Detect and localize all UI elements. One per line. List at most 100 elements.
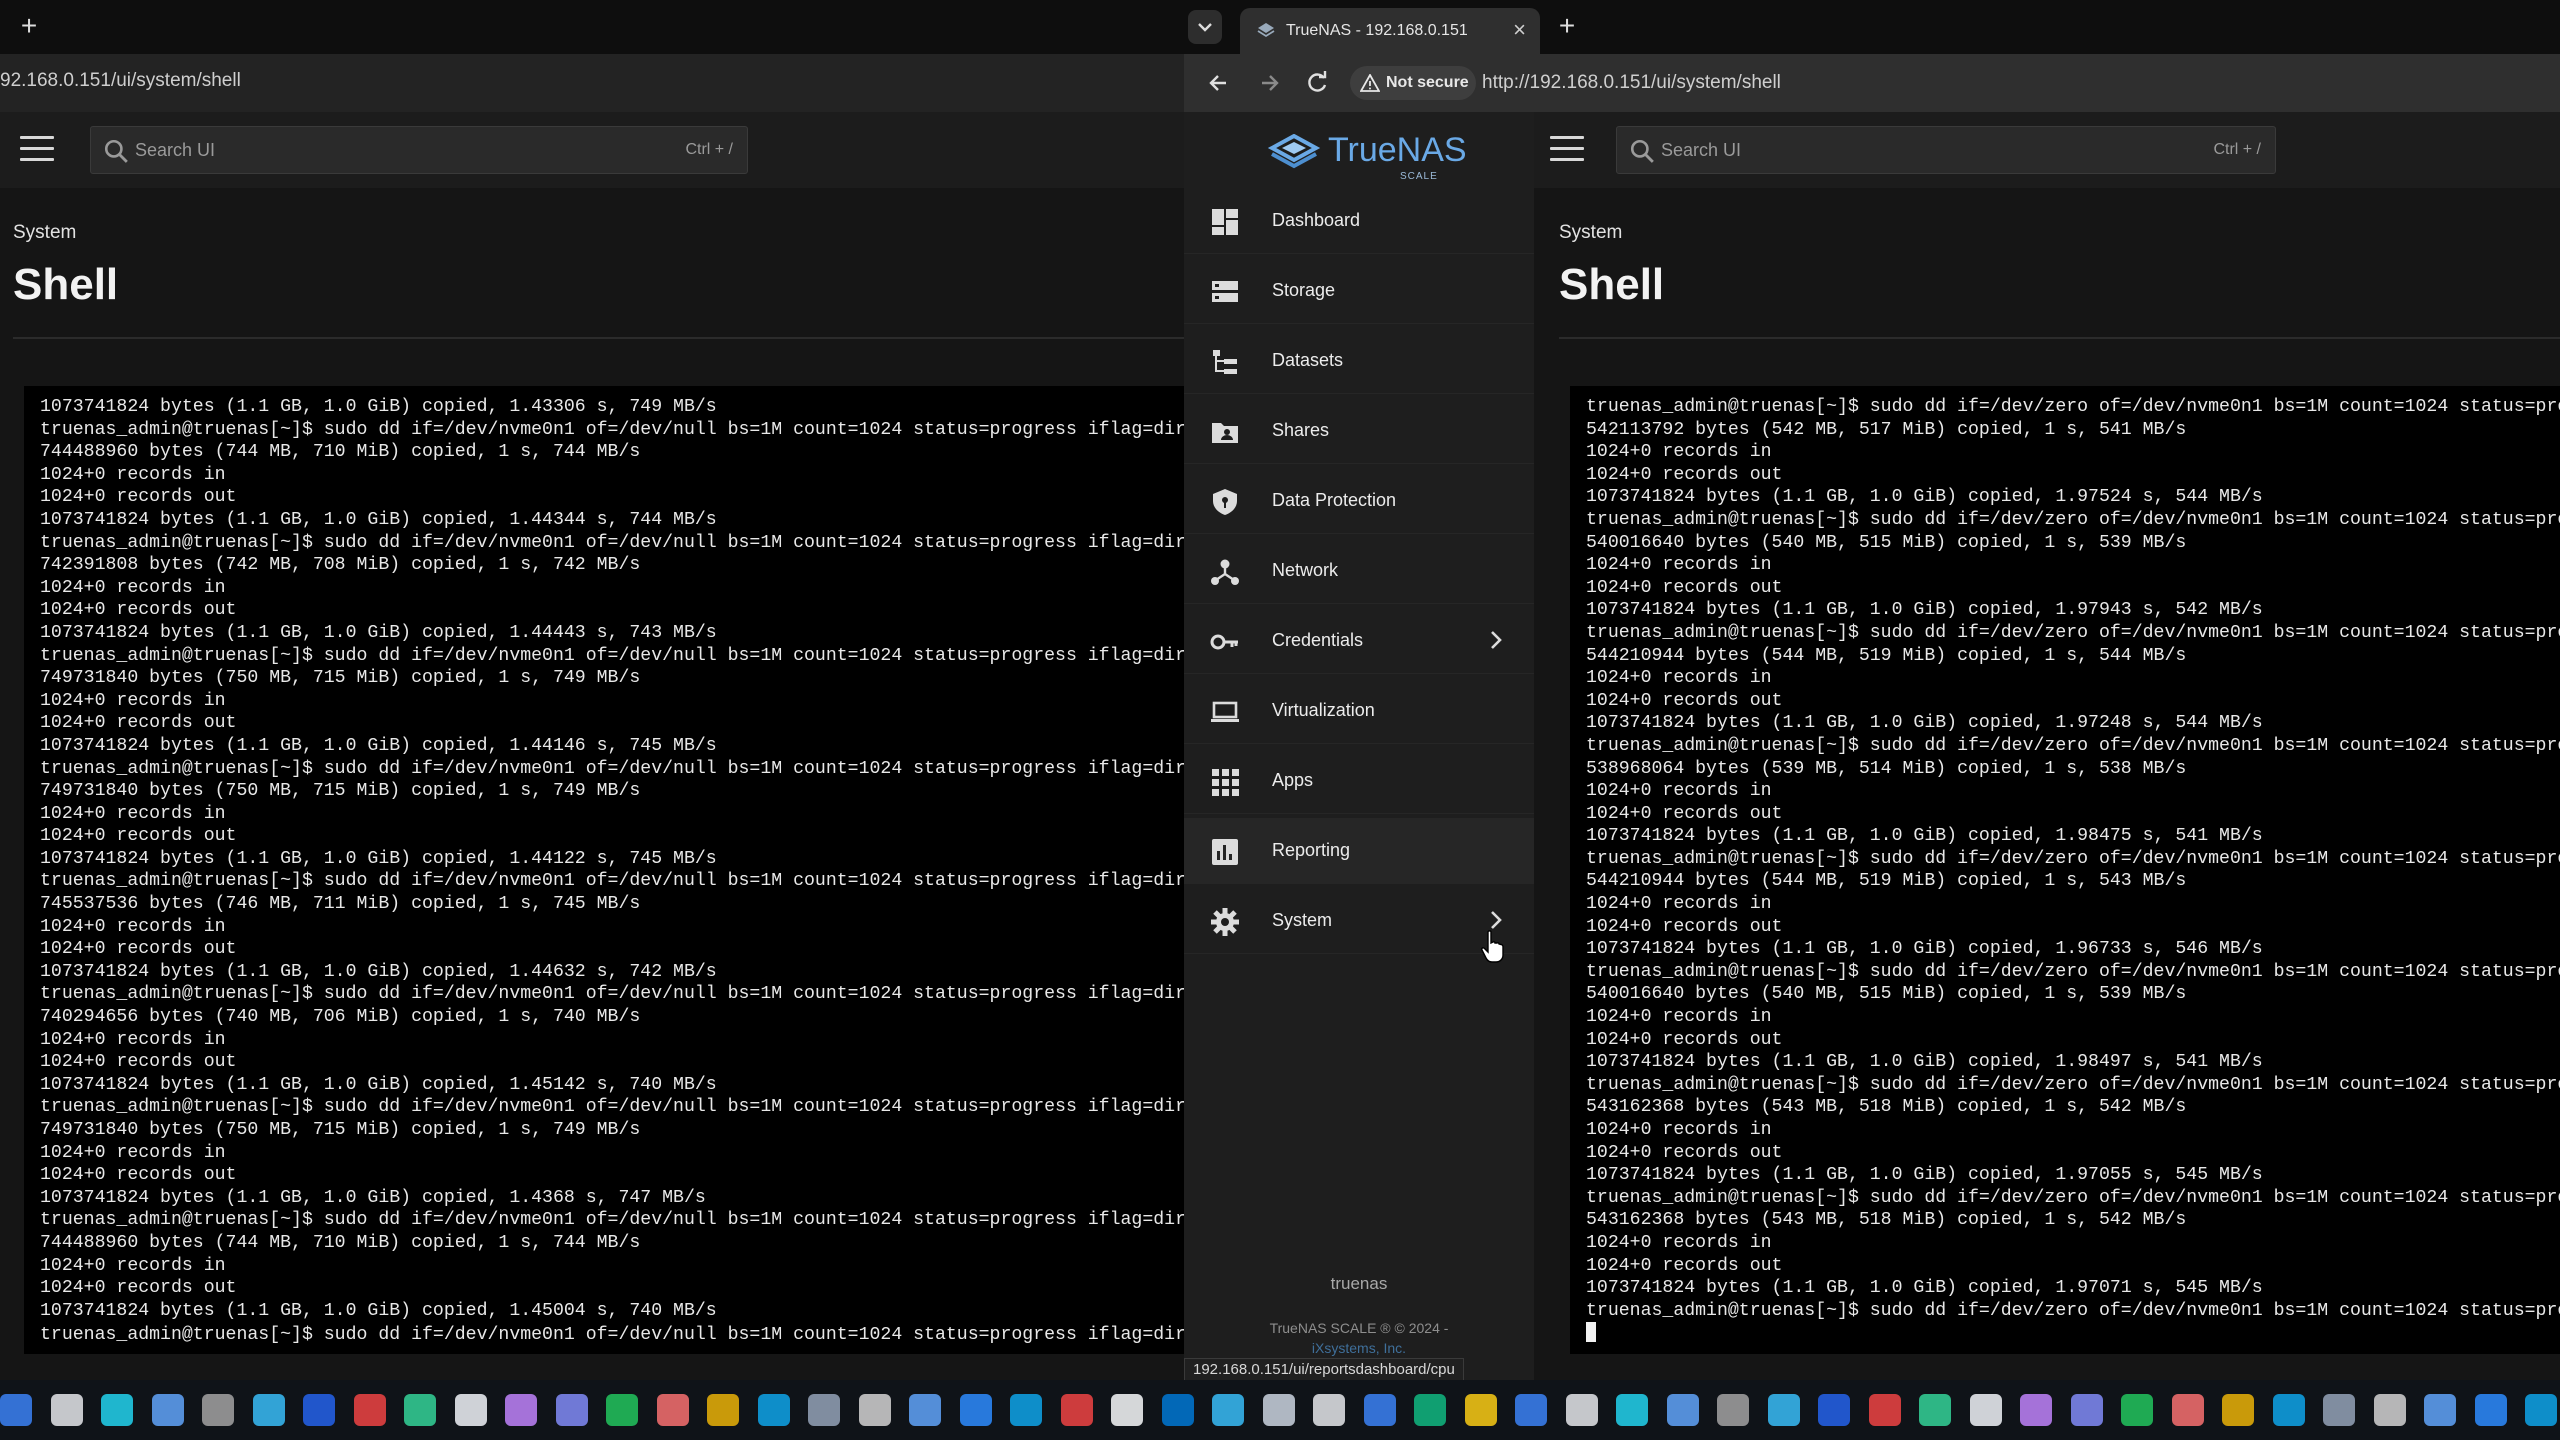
chrome-icon[interactable] <box>0 1394 32 1426</box>
forward-arrow-icon[interactable] <box>1252 66 1286 100</box>
edge-icon[interactable] <box>2525 1394 2557 1426</box>
terminal-line: 1024+0 records out <box>1586 690 2560 713</box>
breadcrumb[interactable]: System <box>13 222 76 244</box>
tab-search-button[interactable] <box>1188 10 1222 44</box>
grid-window-icon[interactable] <box>1818 1394 1850 1426</box>
terminal-line: 1073741824 bytes (1.1 GB, 1.0 GiB) copie… <box>40 1300 1184 1323</box>
camera-icon[interactable] <box>808 1394 840 1426</box>
cloud-icon[interactable] <box>454 1394 487 1426</box>
settings-icon[interactable] <box>1313 1394 1345 1426</box>
explorer-icon[interactable] <box>1464 1394 1497 1426</box>
reload-icon[interactable] <box>1300 66 1334 100</box>
search-shortcut-hint: Ctrl + / <box>685 141 733 158</box>
tray-icon[interactable] <box>2373 1394 2406 1426</box>
address-url[interactable]: 92.168.0.151/ui/system/shell <box>0 70 241 92</box>
terminal-line: 1024+0 records in <box>1586 441 2560 464</box>
sidebar-item-credentials[interactable]: Credentials <box>1184 608 1534 674</box>
terminal-line-text: 1073741824 bytes (1.1 GB, 1.0 GiB) copie… <box>40 961 717 982</box>
sidebar-item-network[interactable]: Network <box>1184 538 1534 604</box>
zoom-icon[interactable] <box>959 1394 992 1426</box>
sidebar: TrueNAS SCALE Dashboard Storage Datasets… <box>1184 112 1534 1380</box>
browser-tab[interactable]: TrueNAS - 192.168.0.151 × <box>1240 8 1540 54</box>
terminal-line-text: 542113792 bytes (542 MB, 517 MiB) copied… <box>1586 419 2187 440</box>
breadcrumb[interactable]: System <box>1559 222 1622 244</box>
edge-icon[interactable] <box>1010 1394 1042 1426</box>
keyboard-icon[interactable] <box>1717 1394 1749 1426</box>
back-arrow-icon[interactable] <box>1202 66 1236 100</box>
app-icon[interactable] <box>404 1394 436 1426</box>
sidebar-item-dashboard[interactable]: Dashboard <box>1184 188 1534 254</box>
sidebar-item-storage[interactable]: Storage <box>1184 258 1534 324</box>
browser-icon[interactable] <box>1363 1394 1396 1426</box>
spreadsheet-icon[interactable] <box>2121 1394 2153 1426</box>
zoom-icon[interactable] <box>2474 1394 2507 1426</box>
terminal-line <box>1586 1322 2560 1347</box>
window-icon[interactable] <box>2424 1394 2456 1426</box>
security-indicator[interactable]: Not secure <box>1350 66 1476 100</box>
new-tab-button[interactable]: + <box>14 12 44 42</box>
terminal-line: 1024+0 records in <box>40 1029 1184 1052</box>
globe-icon[interactable] <box>1212 1394 1244 1426</box>
app-icon[interactable] <box>1919 1394 1951 1426</box>
close-icon[interactable]: × <box>1513 17 1526 43</box>
sidebar-item-virtualization[interactable]: Virtualization <box>1184 678 1534 744</box>
sidebar-item-data-protection[interactable]: Data Protection <box>1184 468 1534 534</box>
file-icon[interactable] <box>1111 1394 1143 1426</box>
search-box[interactable]: Ctrl + / <box>90 126 748 174</box>
menu-toggle-icon[interactable] <box>20 136 54 164</box>
clock-icon[interactable] <box>1868 1394 1901 1426</box>
search-circle-icon[interactable] <box>101 1394 133 1426</box>
folder-icon[interactable] <box>2222 1394 2254 1426</box>
tray-icon[interactable] <box>858 1394 891 1426</box>
cloud-icon[interactable] <box>1969 1394 2002 1426</box>
gauge-icon[interactable] <box>757 1394 790 1426</box>
window-icon[interactable] <box>252 1394 285 1426</box>
camera-icon[interactable] <box>2323 1394 2355 1426</box>
terminal-line-text: 543162368 bytes (543 MB, 518 MiB) copied… <box>1586 1210 2187 1231</box>
address-url[interactable]: http://192.168.0.151/ui/system/shell <box>1482 72 1781 94</box>
truenas-logo[interactable]: TrueNAS SCALE <box>1252 124 1482 184</box>
new-tab-button[interactable]: + <box>1552 12 1582 42</box>
address-bar[interactable]: 92.168.0.151/ui/system/shell <box>0 54 1184 112</box>
zoom-dots-icon[interactable] <box>1565 1394 1598 1426</box>
search-box[interactable]: Ctrl + / <box>1616 126 2276 174</box>
window-icon[interactable] <box>1767 1394 1800 1426</box>
keyboard-icon[interactable] <box>202 1394 234 1426</box>
folder-icon[interactable] <box>707 1394 739 1426</box>
skype-icon[interactable] <box>1161 1394 1194 1426</box>
copyright-link[interactable]: iXsystems, Inc. <box>1184 1340 1534 1356</box>
gauge-icon[interactable] <box>2272 1394 2305 1426</box>
terminal-line-text: 1024+0 records out <box>40 1278 237 1299</box>
spreadsheet-icon[interactable] <box>606 1394 638 1426</box>
taskview-icon[interactable] <box>1262 1394 1295 1426</box>
calendar-icon[interactable] <box>656 1394 689 1426</box>
sidebar-item-reporting[interactable]: Reporting <box>1184 818 1534 884</box>
window-icon[interactable] <box>909 1394 941 1426</box>
notes-icon[interactable] <box>1414 1394 1446 1426</box>
search-input[interactable] <box>135 135 575 165</box>
chrome-icon[interactable] <box>1515 1394 1547 1426</box>
sidebar-item-datasets[interactable]: Datasets <box>1184 328 1534 394</box>
menu-toggle-icon[interactable] <box>1550 136 1584 164</box>
search-input[interactable] <box>1661 135 2101 165</box>
monitor-icon[interactable] <box>1060 1394 1093 1426</box>
clock-icon[interactable] <box>353 1394 386 1426</box>
edit-icon[interactable] <box>505 1394 537 1426</box>
sidebar-item-label: Apps <box>1272 770 1314 790</box>
grid-window-icon[interactable] <box>303 1394 335 1426</box>
search-circle-icon[interactable] <box>1616 1394 1648 1426</box>
calendar-icon[interactable] <box>2171 1394 2204 1426</box>
search-circle-icon[interactable] <box>1666 1394 1699 1426</box>
search-circle-icon[interactable] <box>151 1394 184 1426</box>
zoom-dots-icon[interactable] <box>50 1394 83 1426</box>
taskbar <box>0 1380 2560 1440</box>
remote-icon[interactable] <box>2070 1394 2103 1426</box>
edit-icon[interactable] <box>2020 1394 2052 1426</box>
remote-icon[interactable] <box>555 1394 588 1426</box>
sidebar-item-shares[interactable]: Shares <box>1184 398 1534 464</box>
sidebar-item-apps[interactable]: Apps <box>1184 748 1534 814</box>
shell-terminal[interactable]: 1073741824 bytes (1.1 GB, 1.0 GiB) copie… <box>24 386 1184 1354</box>
terminal-line-text: truenas_admin@truenas[~]$ sudo dd if=/de… <box>40 1325 1184 1346</box>
shell-terminal[interactable]: truenas_admin@truenas[~]$ sudo dd if=/de… <box>1570 386 2560 1354</box>
terminal-line-text: 1024+0 records out <box>1586 577 1783 598</box>
